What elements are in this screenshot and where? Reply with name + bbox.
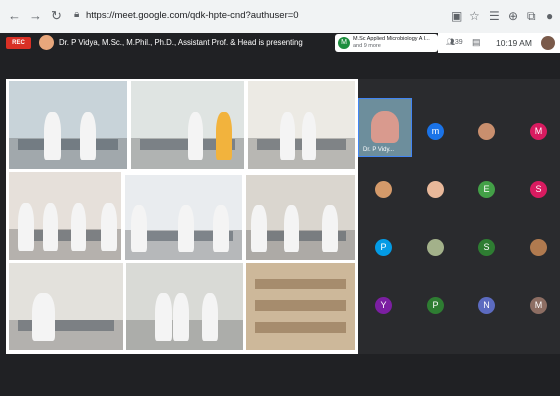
lab-photo-6	[246, 175, 355, 260]
participant-avatar: S	[530, 181, 547, 198]
participant-tile[interactable]	[513, 217, 560, 275]
collections-icon[interactable]: ⧉	[527, 8, 536, 24]
forward-icon[interactable]: →	[29, 8, 42, 24]
lab-photo-1	[9, 81, 127, 169]
participant-tile[interactable]: E	[461, 159, 511, 217]
presenter-avatar	[39, 35, 54, 50]
participant-tile[interactable]	[410, 159, 460, 217]
lab-photo-8	[126, 263, 243, 350]
participant-avatar	[478, 123, 495, 140]
reading-list-icon[interactable]: ☰	[489, 8, 500, 24]
participant-count: 39	[454, 39, 463, 46]
user-avatar[interactable]	[541, 36, 555, 50]
chip-subtitle: and 9 more	[353, 43, 381, 49]
people-icon: 👥︎	[446, 39, 455, 46]
reload-icon[interactable]: ↻	[51, 8, 62, 24]
meeting-chat-chip[interactable]: M M.Sc Applied Microbiology A I... and 9…	[335, 34, 438, 52]
lab-photo-3	[248, 81, 355, 169]
recording-badge: REC	[6, 37, 31, 49]
participant-tile[interactable]: N	[461, 275, 511, 333]
participant-avatar: E	[478, 181, 495, 198]
participant-tile[interactable]: M	[513, 101, 560, 159]
chat-icon[interactable]: ▤	[472, 37, 481, 48]
participant-tile[interactable]	[358, 159, 408, 217]
lab-photo-7	[9, 263, 123, 350]
participant-tile[interactable]: S	[461, 217, 511, 275]
participant-avatar: P	[375, 239, 392, 256]
participant-tile[interactable]: P	[358, 217, 408, 275]
participant-tile[interactable]	[410, 217, 460, 275]
meet-controls: 👥︎39 ▤ 10:19 AM	[438, 33, 560, 53]
participant-grid: Dr. P Vidy... m M E S P S Y P N M	[358, 79, 560, 354]
participant-tile[interactable]: M	[513, 275, 560, 333]
participant-tile[interactable]	[461, 101, 511, 159]
star-icon[interactable]: ☆	[469, 8, 480, 24]
lab-photo-5	[125, 175, 242, 260]
participant-avatar: N	[478, 297, 495, 314]
back-icon[interactable]: ←	[8, 8, 21, 24]
lab-photo-2	[131, 81, 244, 169]
lab-photo-4	[9, 172, 121, 260]
participant-video	[371, 111, 399, 143]
participant-avatar: S	[478, 239, 495, 256]
participant-tile[interactable]: P	[410, 275, 460, 333]
presentation-slide	[6, 79, 358, 354]
chip-title: M.Sc Applied Microbiology A I...	[353, 36, 430, 42]
chip-avatar: M	[338, 37, 350, 49]
participant-avatar: M	[530, 123, 547, 140]
address-bar[interactable]: https://meet.google.com/qdk-hpte-cnd?aut…	[86, 10, 299, 21]
participant-tile[interactable]: m	[410, 101, 460, 159]
meet-bottom-bar	[0, 354, 560, 396]
meet-top-bar: REC Dr. P Vidya, M.Sc., M.Phil., Ph.D., …	[0, 33, 560, 53]
participant-avatar: Y	[375, 297, 392, 314]
participant-avatar	[427, 181, 444, 198]
participant-avatar	[375, 181, 392, 198]
browser-toolbar: ← → ↻ 🔒︎ https://meet.google.com/qdk-hpt…	[0, 0, 560, 34]
participant-avatar: M	[530, 297, 547, 314]
presenting-status: Dr. P Vidya, M.Sc., M.Phil., Ph.D., Assi…	[59, 38, 303, 47]
profile-icon[interactable]: ●	[546, 8, 553, 24]
extensions-icon[interactable]: ⊕	[508, 8, 518, 24]
participant-name: Dr. P Vidy...	[363, 147, 395, 153]
lock-icon[interactable]: 🔒︎	[74, 9, 79, 20]
participant-avatar	[530, 239, 547, 256]
lab-photo-9	[246, 263, 355, 350]
clock: 10:19 AM	[496, 38, 532, 48]
participant-avatar: m	[427, 123, 444, 140]
participant-avatar	[427, 239, 444, 256]
participant-avatar: P	[427, 297, 444, 314]
camera-indicator-icon[interactable]: ▣	[451, 8, 462, 24]
participants-button[interactable]: 👥︎39	[446, 38, 463, 46]
participant-tile-video[interactable]: Dr. P Vidy...	[358, 98, 412, 157]
participant-tile[interactable]: S	[513, 159, 560, 217]
participant-tile[interactable]: Y	[358, 275, 408, 333]
